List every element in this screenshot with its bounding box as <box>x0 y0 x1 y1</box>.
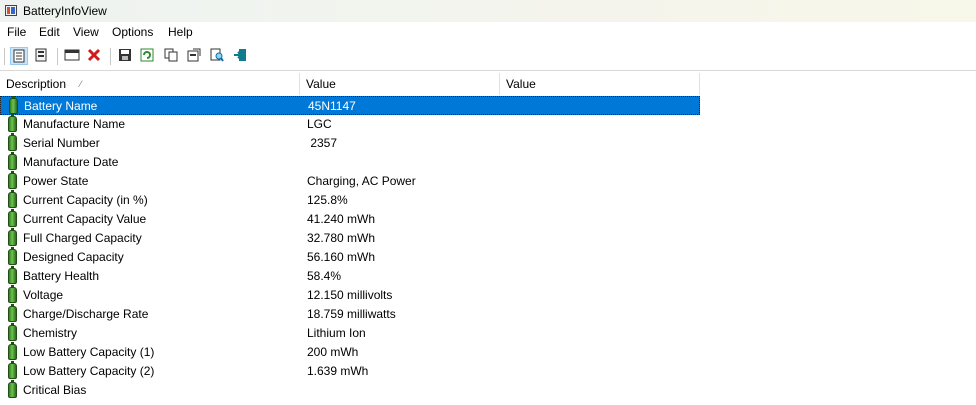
menu-options[interactable]: Options <box>112 25 153 39</box>
menu-edit[interactable]: Edit <box>39 25 60 39</box>
table-row[interactable]: Charge/Discharge Rate 18.759 milliwatts <box>0 304 700 324</box>
row-description: Serial Number <box>23 136 100 150</box>
table-row[interactable]: Current Capacity (in %) 125.8% <box>0 190 700 210</box>
properties-icon[interactable] <box>63 47 81 65</box>
row-value: 32.780 mWh <box>307 231 376 245</box>
battery-icon <box>8 190 17 208</box>
list-header: Description ⁄ Value Value <box>0 73 976 95</box>
battery-icon <box>8 133 17 151</box>
table-row[interactable]: Battery Health 58.4% <box>0 266 700 286</box>
row-value: 58.4% <box>307 269 342 283</box>
toolbar <box>0 43 976 71</box>
row-description: Battery Name <box>24 99 98 113</box>
table-row[interactable]: Designed Capacity 56.160 mWh <box>0 247 700 267</box>
row-description: Low Battery Capacity (2) <box>23 364 155 378</box>
battery-icon <box>8 114 17 132</box>
menu-view[interactable]: View <box>73 25 99 39</box>
title-bar: BatteryInfoView <box>0 0 976 22</box>
table-row[interactable]: Power State Charging, AC Power <box>0 171 700 191</box>
row-value: 18.759 milliwatts <box>307 307 396 321</box>
table-row[interactable]: Voltage 12.150 millivolts <box>0 285 700 305</box>
column-header-label: Value <box>506 77 536 91</box>
toolbar-separator <box>57 48 58 65</box>
battery-icon <box>8 285 17 303</box>
row-description: Manufacture Date <box>23 155 119 169</box>
table-row[interactable]: Low Battery Capacity (2) 1.639 mWh <box>0 361 700 381</box>
row-value: 41.240 mWh <box>307 212 376 226</box>
copy-icon[interactable] <box>163 47 181 65</box>
row-description: Chemistry <box>23 326 78 340</box>
row-description: Current Capacity Value <box>23 212 147 226</box>
table-row[interactable]: Serial Number 2357 <box>0 133 700 153</box>
html-report-icon[interactable] <box>10 47 28 65</box>
column-header-description[interactable]: Description ⁄ <box>0 73 300 95</box>
row-description: Voltage <box>23 288 64 302</box>
row-description: Manufacture Name <box>23 117 126 131</box>
row-description: Low Battery Capacity (1) <box>23 345 155 359</box>
table-row[interactable]: Battery Name 45N1147 <box>0 96 700 115</box>
toolbar-separator <box>110 48 111 65</box>
column-header-label: Description <box>6 77 67 91</box>
row-value: 2357 <box>307 136 338 150</box>
column-header-value-2[interactable]: Value <box>500 73 700 95</box>
row-value: 12.150 millivolts <box>307 288 393 302</box>
text-report-icon[interactable] <box>33 47 51 65</box>
toolbar-separator <box>4 48 5 65</box>
delete-icon[interactable] <box>86 47 104 65</box>
row-value: LGC <box>307 117 332 131</box>
table-row[interactable]: Critical Bias <box>0 380 700 400</box>
options-icon[interactable] <box>186 47 204 65</box>
row-value: 45N1147 <box>308 99 356 113</box>
row-value: 200 mWh <box>307 345 359 359</box>
row-description: Battery Health <box>23 269 100 283</box>
battery-icon <box>8 342 17 360</box>
battery-icon <box>8 152 17 170</box>
battery-icon <box>8 304 17 322</box>
menu-file[interactable]: File <box>7 25 26 39</box>
table-row[interactable]: Low Battery Capacity (1) 200 mWh <box>0 342 700 362</box>
battery-icon <box>8 209 17 227</box>
row-value: Charging, AC Power <box>307 174 416 188</box>
row-description: Current Capacity (in %) <box>23 193 148 207</box>
row-description: Critical Bias <box>23 383 87 397</box>
app-icon <box>5 5 17 16</box>
row-value: 125.8% <box>307 193 348 207</box>
battery-icon <box>8 266 17 284</box>
battery-icon <box>8 171 17 189</box>
window-title: BatteryInfoView <box>23 4 107 18</box>
row-value: Lithium Ion <box>307 326 366 340</box>
battery-icon <box>8 247 17 265</box>
battery-icon <box>9 96 18 114</box>
row-value: 1.639 mWh <box>307 364 369 378</box>
menu-help[interactable]: Help <box>168 25 193 39</box>
table-row[interactable]: Manufacture Date <box>0 152 700 172</box>
row-value: 56.160 mWh <box>307 250 376 264</box>
row-description: Charge/Discharge Rate <box>23 307 149 321</box>
find-icon[interactable] <box>209 47 227 65</box>
battery-icon <box>8 380 17 398</box>
menu-bar: File Edit View Options Help <box>0 22 976 44</box>
row-description: Power State <box>23 174 89 188</box>
column-header-value[interactable]: Value <box>300 73 500 95</box>
exit-icon[interactable] <box>232 47 250 65</box>
column-header-label: Value <box>306 77 336 91</box>
table-row[interactable]: Current Capacity Value 41.240 mWh <box>0 209 700 229</box>
row-description: Full Charged Capacity <box>23 231 142 245</box>
battery-icon <box>8 323 17 341</box>
save-icon[interactable] <box>117 47 135 65</box>
battery-icon <box>8 228 17 246</box>
sort-indicator-icon: ⁄ <box>80 79 82 89</box>
table-row[interactable]: Full Charged Capacity 32.780 mWh <box>0 228 700 248</box>
row-description: Designed Capacity <box>23 250 124 264</box>
refresh-icon[interactable] <box>139 47 157 65</box>
battery-icon <box>8 361 17 379</box>
table-row[interactable]: Manufacture Name LGC <box>0 114 700 134</box>
table-row[interactable]: Chemistry Lithium Ion <box>0 323 700 343</box>
